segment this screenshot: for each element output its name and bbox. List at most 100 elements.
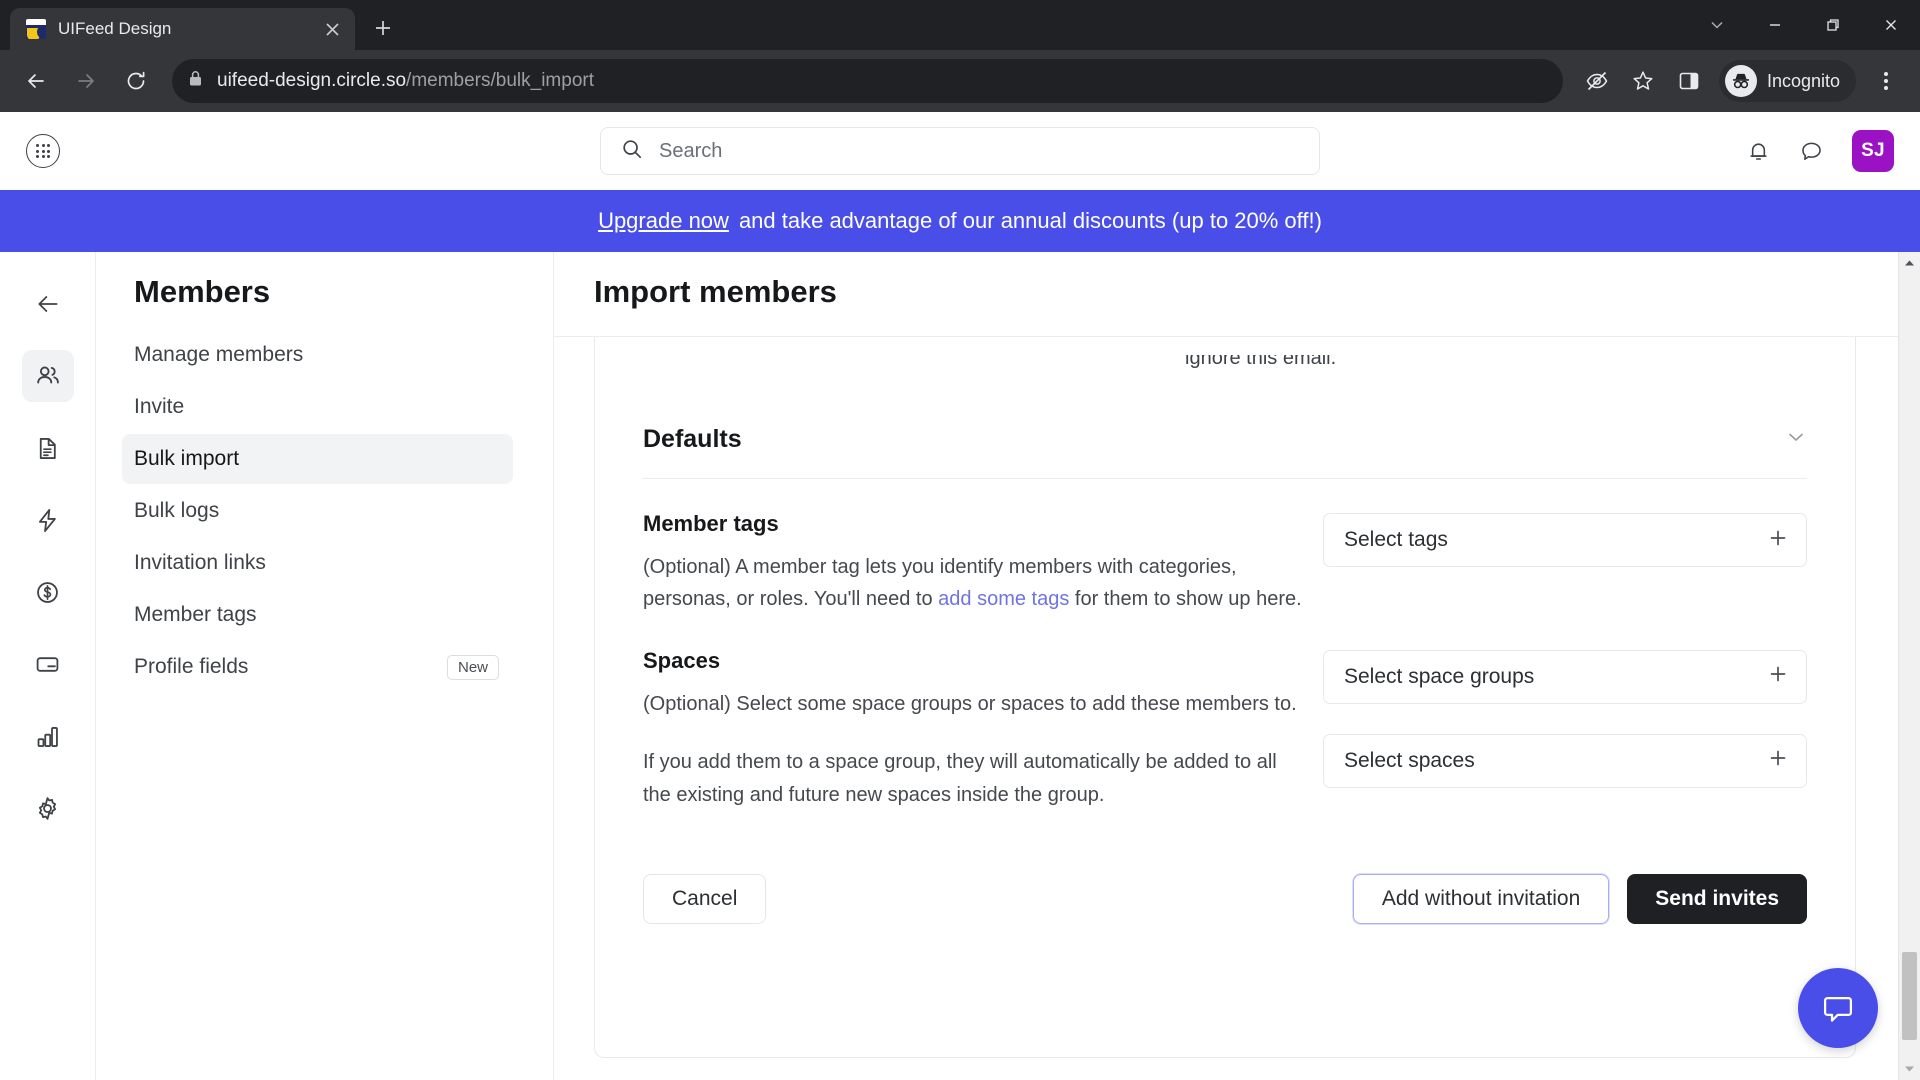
chat-bubble-icon[interactable] [1799,139,1824,164]
sidebar-item-bulk-logs[interactable]: Bulk logs [122,486,513,536]
minimize-icon[interactable] [1746,3,1804,47]
spaces-controls: Select space groups Select spaces [1323,648,1807,818]
import-form-card: ignore this email. Defaults Member tags [594,337,1856,1058]
select-space-groups-input[interactable]: Select space groups [1323,649,1807,704]
page-viewport: Search SJ Upgrade now and take advantage… [0,112,1920,1080]
header-actions: SJ [1746,130,1894,172]
main-title: Import members [594,274,837,309]
member-tags-description: (Optional) A member tag lets you identif… [643,551,1303,616]
circle-grid-logo[interactable] [26,134,60,168]
search-input[interactable]: Search [600,127,1320,175]
spaces-description-block: Spaces (Optional) Select some space grou… [643,648,1303,818]
url-path: /members/bulk_import [406,70,594,91]
status-badge: New [446,654,499,680]
credit-card-icon[interactable] [22,638,74,690]
cancel-button[interactable]: Cancel [643,873,767,924]
sidebar-item-members[interactable] [21,350,74,402]
side-panel-icon[interactable] [1669,61,1709,101]
scrollbar-thumb[interactable] [1902,952,1917,1040]
sidebar-item-invitation-links[interactable]: Invitation links [122,538,513,588]
back-arrow-icon[interactable] [22,278,74,330]
back-arrow-icon[interactable] [14,59,58,103]
browser-window: UIFeed Design uifeed-design.circle.so/me… [0,0,1920,1080]
member-tags-control: Select tags [1323,511,1807,616]
incognito-label: Incognito [1766,70,1840,91]
select-spaces-input[interactable]: Select spaces [1323,733,1807,788]
upgrade-now-link[interactable]: Upgrade now [598,208,729,234]
add-without-invitation-button[interactable]: Add without invitation [1352,873,1610,924]
nav-item-label: Invitation links [134,551,266,574]
browser-toolbar: uifeed-design.circle.so/members/bulk_imp… [0,50,1920,112]
app-header: Search SJ [0,112,1920,190]
select-tags-input[interactable]: Select tags [1323,513,1807,567]
member-tags-field: Member tags (Optional) A member tag lets… [643,479,1807,616]
member-tags-label: Member tags [643,511,779,536]
chat-widget-button[interactable] [1798,968,1878,1048]
section-title: Defaults [643,425,742,453]
upgrade-banner: Upgrade now and take advantage of our an… [0,190,1920,252]
select-spaces-placeholder: Select spaces [1344,748,1475,772]
chevron-down-icon[interactable] [1785,426,1807,453]
plus-icon[interactable] [1768,528,1788,553]
avatar[interactable]: SJ [1852,130,1894,172]
banner-text: and take advantage of our annual discoun… [738,208,1322,233]
page-title: Members [134,274,271,309]
browser-tab[interactable]: UIFeed Design [10,8,355,50]
scroll-up-arrow[interactable] [1899,252,1920,274]
nav-item-label: Profile fields [134,655,249,678]
nav-item-label: Invite [134,395,185,418]
gear-icon[interactable] [22,782,74,834]
url-text: uifeed-design.circle.so/members/bulk_imp… [217,70,594,92]
icon-rail [0,252,96,1080]
nav-item-label: Bulk import [134,447,240,470]
sidebar-item-document[interactable] [22,422,74,474]
desc-part-2: for them to show up here. [1069,588,1302,611]
close-icon[interactable] [319,16,345,42]
tab-title: UIFeed Design [58,19,172,38]
search-wrapper: Search [600,127,1320,175]
sidebar-item-profile-fields[interactable]: Profile fields New [122,642,513,692]
add-some-tags-link[interactable]: add some tags [938,588,1069,610]
select-tags-placeholder: Select tags [1344,528,1448,551]
eye-off-icon[interactable] [1577,61,1617,101]
page-scrollbar[interactable] [1898,252,1920,1080]
bar-chart-icon[interactable] [22,710,74,762]
plus-icon[interactable] [1768,748,1788,773]
chevron-down-icon[interactable] [1688,3,1746,47]
reload-icon[interactable] [114,59,158,103]
incognito-avatar-icon [1724,65,1757,97]
forward-arrow-icon[interactable] [64,59,108,103]
spaces-desc-2: If you add them to a space group, they w… [643,751,1277,806]
address-bar[interactable]: uifeed-design.circle.so/members/bulk_imp… [172,59,1563,103]
close-icon[interactable] [1862,3,1920,47]
incognito-profile-button[interactable]: Incognito [1718,60,1856,102]
new-tab-button[interactable] [363,8,403,48]
sidebar-item-automations[interactable] [22,494,74,546]
dollar-circle-icon[interactable] [22,566,74,618]
search-placeholder: Search [659,139,723,162]
maximize-icon[interactable] [1804,3,1862,47]
spaces-label: Spaces [643,647,721,673]
send-invites-button[interactable]: Send invites [1627,873,1807,924]
member-tags-description-block: Member tags (Optional) A member tag lets… [643,511,1303,616]
nav-item-label: Member tags [134,603,257,626]
url-domain: uifeed-design.circle.so [217,70,407,91]
scroll-down-arrow[interactable] [1899,1058,1920,1080]
lock-icon [188,70,203,92]
nav-item-label: Manage members [134,343,304,366]
sidebar-item-bulk-import[interactable]: Bulk import [122,434,513,484]
spaces-field: Spaces (Optional) Select some space grou… [643,616,1807,818]
plus-icon[interactable] [1768,664,1788,689]
search-icon [621,138,643,165]
spaces-desc-1: (Optional) Select some space groups or s… [643,692,1297,715]
main-scroll-area: ignore this email. Defaults Member tags [554,336,1920,1080]
kebab-menu-icon[interactable] [1866,59,1906,103]
sidebar-item-invite[interactable]: Invite [122,382,513,432]
sidebar-item-member-tags[interactable]: Member tags [122,590,513,640]
members-nav: Members Manage members Invite Bulk impor… [96,252,554,1080]
site-favicon [26,19,46,39]
bookmark-star-icon[interactable] [1623,61,1663,101]
sidebar-item-manage-members[interactable]: Manage members [122,330,513,380]
spaces-description: (Optional) Select some space groups or s… [643,688,1303,811]
bell-icon[interactable] [1746,139,1771,164]
